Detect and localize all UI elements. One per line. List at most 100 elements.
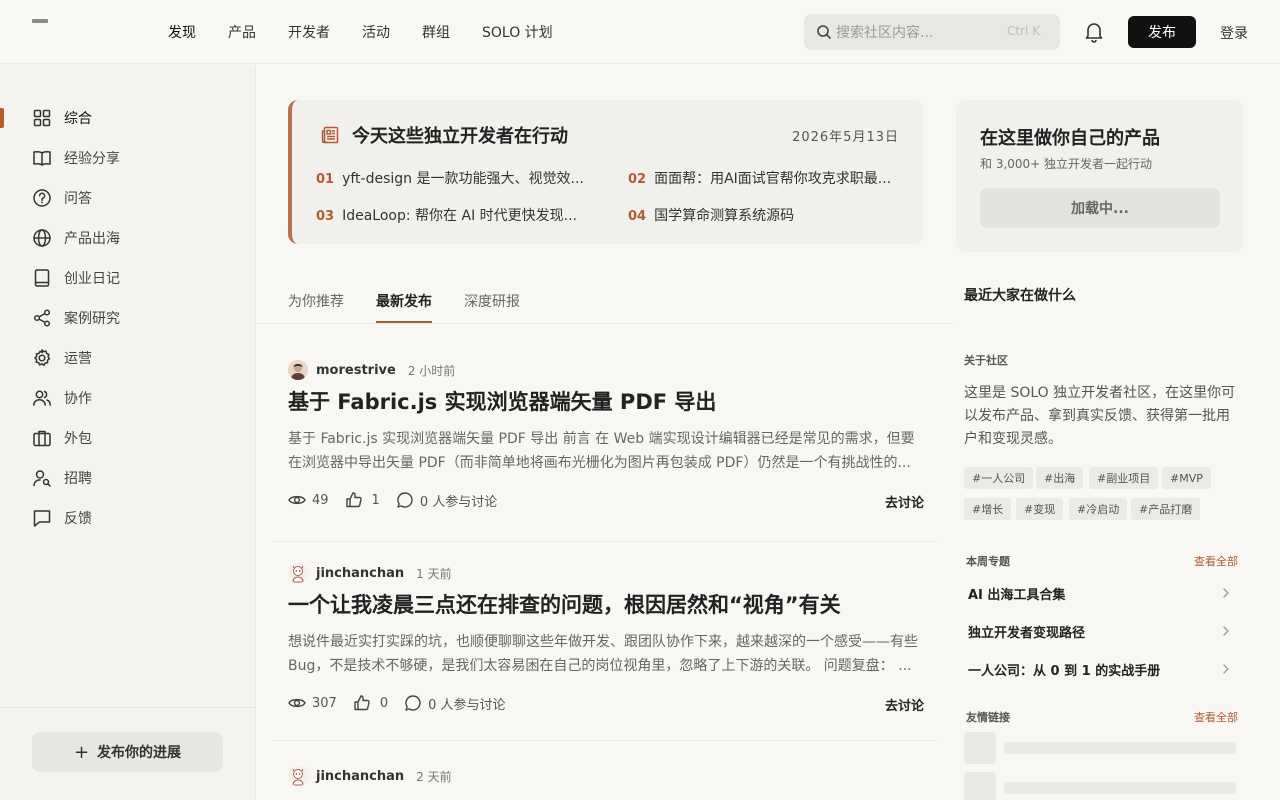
sidebar-item-label: 反馈 bbox=[64, 511, 92, 527]
sidebar-item-experience[interactable]: 经验分享 bbox=[32, 146, 120, 170]
avatar bbox=[288, 766, 308, 786]
discuss-link[interactable]: 去讨论 bbox=[885, 492, 924, 511]
topic-item[interactable]: 独立开发者变现路径 bbox=[968, 621, 1232, 641]
sidebar-item-diary[interactable]: 创业日记 bbox=[32, 266, 120, 290]
comments-stat[interactable]: 0 人参与讨论 bbox=[404, 694, 506, 713]
sidebar-item-operations[interactable]: 运营 bbox=[32, 346, 92, 370]
tag-chip[interactable]: #MVP bbox=[1162, 467, 1211, 489]
post-divider bbox=[272, 740, 938, 741]
tag-chip[interactable]: #出海 bbox=[1036, 467, 1084, 489]
today-item-text: IdeaLoop: 帮你在 AI 时代更快发现... bbox=[342, 208, 577, 224]
tag-chip[interactable]: #冷启动 bbox=[1069, 498, 1128, 520]
today-item[interactable]: 02 面面帮：用AI面试官帮你攻克求职最... bbox=[628, 168, 900, 188]
eye-icon bbox=[288, 495, 306, 505]
comment-icon bbox=[405, 695, 421, 711]
sidebar-item-case-study[interactable]: 案例研究 bbox=[32, 306, 120, 330]
search-placeholder: 搜索社区内容... bbox=[836, 25, 934, 41]
sidebar-item-general[interactable]: 综合 bbox=[32, 106, 92, 130]
sidebar-item-outsource[interactable]: 外包 bbox=[32, 426, 92, 450]
today-item[interactable]: 04 国学算命测算系统源码 bbox=[628, 205, 900, 225]
top-bar: 发现 产品 开发者 活动 群组 SOLO 计划 搜索社区内容... Ctrl K… bbox=[0, 0, 1280, 64]
discuss-link[interactable]: 去讨论 bbox=[885, 695, 924, 714]
post-card[interactable]: jinchanchan 2 天前 bbox=[288, 766, 924, 790]
sidebar-item-label: 创业日记 bbox=[64, 271, 120, 287]
topic-label: 一人公司：从 0 到 1 的实战手册 bbox=[968, 663, 1161, 679]
likes-count: 1 bbox=[371, 492, 380, 508]
post-card[interactable]: jinchanchan 1 天前 一个让我凌晨三点还在排查的问题，根因居然和“视… bbox=[288, 563, 924, 723]
post-progress-button[interactable]: + 发布你的进展 bbox=[32, 732, 223, 772]
link-skeleton-thumb bbox=[964, 772, 996, 800]
today-title: 今天这些独立开发者在行动 bbox=[352, 126, 568, 147]
search-icon bbox=[817, 25, 831, 39]
sidebar-item-feedback[interactable]: 反馈 bbox=[32, 506, 92, 530]
like-button[interactable]: 1 bbox=[345, 491, 380, 509]
tab-latest[interactable]: 最新发布 bbox=[376, 291, 432, 311]
comments-count: 0 人参与讨论 bbox=[419, 494, 498, 510]
briefcase-icon bbox=[33, 430, 51, 447]
tag-chip[interactable]: #增长 bbox=[964, 498, 1012, 520]
nav-item-groups[interactable]: 群组 bbox=[422, 22, 450, 42]
post-author[interactable]: morestrive 2 小时前 bbox=[288, 360, 455, 380]
topic-item[interactable]: AI 出海工具合集 bbox=[968, 583, 1232, 603]
post-author[interactable]: jinchanchan 2 天前 bbox=[288, 766, 452, 786]
avatar bbox=[288, 563, 308, 583]
sidebar-item-global[interactable]: 产品出海 bbox=[32, 226, 120, 250]
nav-item-discover[interactable]: 发现 bbox=[168, 22, 196, 42]
tag-chip[interactable]: #产品打磨 bbox=[1131, 498, 1201, 520]
post-author[interactable]: jinchanchan 1 天前 bbox=[288, 563, 452, 583]
author-name: jinchanchan bbox=[316, 768, 405, 784]
tab-recommended[interactable]: 为你推荐 bbox=[288, 291, 344, 311]
sidebar-item-qa[interactable]: 问答 bbox=[32, 186, 92, 210]
tag-chip[interactable]: #变现 bbox=[1016, 498, 1064, 520]
sidebar-item-label: 产品出海 bbox=[64, 231, 120, 247]
post-card[interactable]: morestrive 2 小时前 基于 Fabric.js 实现浏览器端矢量 P… bbox=[288, 360, 924, 520]
nav-item-solo-plan[interactable]: SOLO 计划 bbox=[482, 22, 553, 42]
logo[interactable] bbox=[32, 19, 48, 23]
sidebar-item-hiring[interactable]: 招聘 bbox=[32, 466, 92, 490]
views-stat: 49 bbox=[288, 491, 329, 509]
friend-links-heading: 友情链接 bbox=[966, 711, 1010, 724]
sidebar-divider bbox=[0, 707, 256, 708]
cta-card: 在这里做你自己的产品 和 3,000+ 独立开发者一起行动 加载中... bbox=[956, 100, 1243, 252]
likes-count: 0 bbox=[379, 695, 389, 711]
user-search-icon bbox=[33, 470, 51, 487]
views-count: 49 bbox=[312, 492, 329, 508]
nav-item-events[interactable]: 活动 bbox=[362, 22, 390, 42]
post-title[interactable]: 一个让我凌晨三点还在排查的问题，根因居然和“视角”有关 bbox=[288, 589, 841, 619]
thumbs-up-icon bbox=[345, 492, 362, 508]
links-see-all-link[interactable]: 查看全部 bbox=[1194, 709, 1238, 725]
sidebar-item-collaboration[interactable]: 协作 bbox=[32, 386, 92, 410]
sidebar-item-label: 问答 bbox=[64, 191, 92, 207]
post-meta: 307 0 0 人参与讨论 bbox=[288, 693, 522, 713]
publish-button[interactable]: 发布 bbox=[1128, 16, 1196, 48]
about-text: 这里是 SOLO 独立开发者社区，在这里你可以发布产品、拿到真实反馈、获得第一批… bbox=[964, 385, 1236, 447]
weekly-see-all-link[interactable]: 查看全部 bbox=[1194, 553, 1238, 569]
author-name: jinchanchan bbox=[316, 565, 405, 581]
post-excerpt: 基于 Fabric.js 实现浏览器端矢量 PDF 导出 前言 在 Web 端实… bbox=[288, 431, 915, 471]
tag-chip[interactable]: #副业项目 bbox=[1089, 467, 1159, 489]
post-title[interactable]: 基于 Fabric.js 实现浏览器端矢量 PDF 导出 bbox=[288, 386, 716, 416]
nav-item-products[interactable]: 产品 bbox=[228, 22, 256, 42]
tab-research[interactable]: 深度研报 bbox=[464, 291, 520, 311]
notebook-icon bbox=[34, 269, 50, 287]
today-item[interactable]: 01 yft-design 是一款功能强大、视觉效... bbox=[316, 168, 588, 188]
nav-item-developers[interactable]: 开发者 bbox=[288, 22, 330, 42]
sidebar-item-label: 外包 bbox=[64, 431, 92, 447]
sidebar-active-indicator bbox=[0, 108, 4, 128]
cta-subtitle: 和 3,000+ 独立开发者一起行动 bbox=[980, 157, 1153, 171]
today-date: 2026年5月13日 bbox=[792, 130, 899, 145]
tag-chip[interactable]: #一人公司 bbox=[964, 467, 1034, 489]
login-link[interactable]: 登录 bbox=[1220, 23, 1248, 43]
cta-title: 在这里做你自己的产品 bbox=[980, 128, 1160, 149]
gear-icon bbox=[34, 349, 51, 366]
today-item[interactable]: 03 IdeaLoop: 帮你在 AI 时代更快发现... bbox=[316, 205, 588, 225]
like-button[interactable]: 0 bbox=[353, 694, 388, 712]
search-input[interactable]: 搜索社区内容... Ctrl K bbox=[804, 14, 1060, 50]
comments-stat[interactable]: 0 人参与讨论 bbox=[396, 491, 497, 510]
today-item-text: 面面帮：用AI面试官帮你攻克求职最... bbox=[654, 171, 892, 187]
bell-icon[interactable] bbox=[1084, 21, 1104, 43]
cta-loading-button[interactable]: 加载中... bbox=[980, 188, 1220, 228]
topic-item[interactable]: 一人公司：从 0 到 1 的实战手册 bbox=[968, 659, 1232, 679]
post-time: 2 天前 bbox=[416, 769, 452, 784]
thumbs-up-icon bbox=[354, 695, 370, 711]
